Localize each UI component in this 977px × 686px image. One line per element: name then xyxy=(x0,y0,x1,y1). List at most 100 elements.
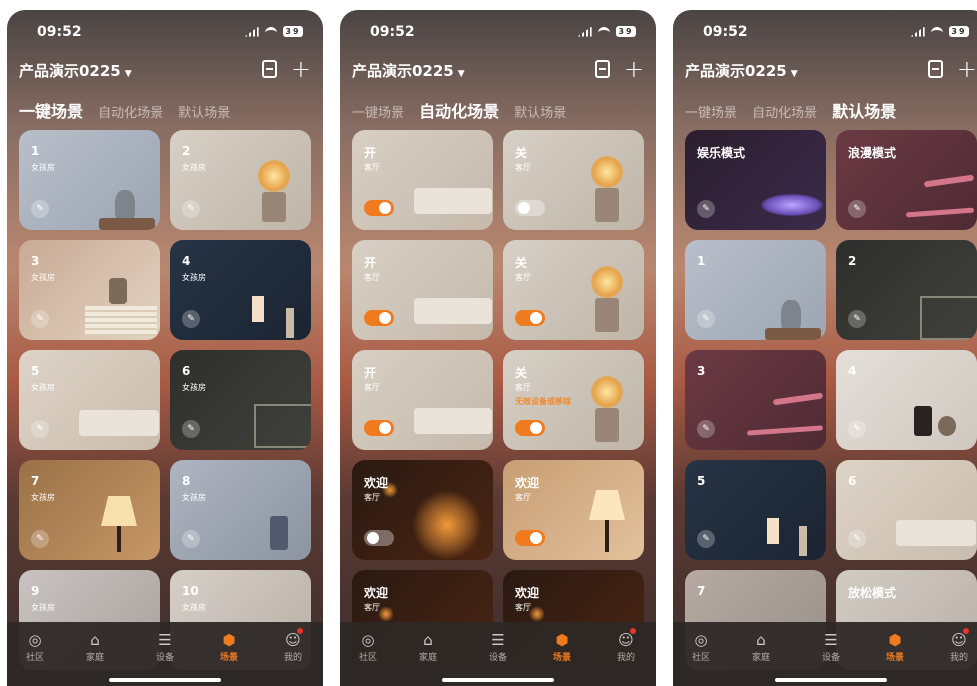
default-scene-card[interactable]: 6 ✎ xyxy=(836,460,977,560)
edit-icon[interactable]: ✎ xyxy=(31,200,49,218)
default-scene-card[interactable]: 娱乐模式 ✎ xyxy=(685,130,826,230)
tab-automation[interactable]: 自动化场景 xyxy=(752,102,817,121)
tab-one-click[interactable]: 一键场景 xyxy=(352,102,404,121)
bokeh-image xyxy=(529,606,545,622)
phone-screen-default-scenes: 09:52 39 产品演示0225 ▼ + 一键场景 自动化场景 默认场景 娱乐模… xyxy=(673,10,977,686)
tab-profile[interactable]: ☺ 我的 xyxy=(606,628,646,663)
cup-image xyxy=(109,278,127,304)
default-scene-card[interactable]: 1 ✎ xyxy=(685,240,826,340)
edit-icon[interactable]: ✎ xyxy=(697,200,715,218)
tab-label: 我的 xyxy=(949,653,968,663)
tab-home[interactable]: ⌂ 家庭 xyxy=(408,630,448,663)
purple-light-image xyxy=(761,194,823,216)
automation-card[interactable]: 关 客厅 无效设备或移除 xyxy=(503,350,644,450)
default-scene-card[interactable]: 5 ✎ xyxy=(685,460,826,560)
default-scene-card[interactable]: 3 ✎ xyxy=(685,350,826,450)
add-icon[interactable]: + xyxy=(291,55,311,83)
add-icon[interactable]: + xyxy=(624,55,644,83)
edit-icon[interactable]: ✎ xyxy=(182,310,200,328)
enable-toggle[interactable] xyxy=(515,530,545,546)
edit-icon[interactable]: ✎ xyxy=(182,420,200,438)
scene-room: 女孩房 xyxy=(31,603,55,612)
scene-card[interactable]: 7 女孩房 ✎ xyxy=(19,460,160,560)
enable-toggle[interactable] xyxy=(515,200,545,216)
tab-one-click[interactable]: 一键场景 xyxy=(685,102,737,121)
edit-icon[interactable]: ✎ xyxy=(31,310,49,328)
edit-icon[interactable]: ✎ xyxy=(697,420,715,438)
home-indicator xyxy=(775,678,887,682)
tab-community[interactable]: ◎ 社区 xyxy=(348,630,388,663)
tab-devices[interactable]: ☰ 设备 xyxy=(478,630,518,663)
automation-name: 关 xyxy=(515,256,528,270)
status-time: 09:52 xyxy=(370,24,415,40)
header: 产品演示0225 ▼ + xyxy=(352,57,644,82)
battery-icon: 39 xyxy=(949,26,969,37)
tab-automation[interactable]: 自动化场景 xyxy=(98,102,163,121)
scene-card[interactable]: 3 女孩房 ✎ xyxy=(19,240,160,340)
scene-card[interactable]: 6 女孩房 ✎ xyxy=(170,350,311,450)
tab-profile[interactable]: ☺ 我的 xyxy=(273,628,313,663)
tab-home[interactable]: ⌂ 家庭 xyxy=(75,630,115,663)
tab-default[interactable]: 默认场景 xyxy=(832,98,896,122)
edit-icon[interactable]: ✎ xyxy=(848,530,866,548)
tab-scenes[interactable]: ⬢ 场景 xyxy=(542,630,582,663)
edit-icon[interactable]: ✎ xyxy=(31,530,49,548)
home-selector[interactable]: 产品演示0225 ▼ xyxy=(19,60,132,81)
default-scene-card[interactable]: 2 ✎ xyxy=(836,240,977,340)
enable-toggle[interactable] xyxy=(515,310,545,326)
tab-devices[interactable]: ☰ 设备 xyxy=(145,630,185,663)
automation-card[interactable]: 开 客厅 xyxy=(352,350,493,450)
log-icon[interactable] xyxy=(927,60,943,78)
edit-icon[interactable]: ✎ xyxy=(697,530,715,548)
scene-name: 2 xyxy=(182,144,191,158)
edit-icon[interactable]: ✎ xyxy=(848,200,866,218)
tab-home[interactable]: ⌂ 家庭 xyxy=(741,630,781,663)
scene-card[interactable]: 2 女孩房 ✎ xyxy=(170,130,311,230)
log-icon[interactable] xyxy=(261,60,277,78)
scene-card[interactable]: 1 女孩房 ✎ xyxy=(19,130,160,230)
edit-icon[interactable]: ✎ xyxy=(848,310,866,328)
tab-devices[interactable]: ☰ 设备 xyxy=(811,630,851,663)
edit-icon[interactable]: ✎ xyxy=(182,530,200,548)
enable-toggle[interactable] xyxy=(515,420,545,436)
default-scene-card[interactable]: 4 ✎ xyxy=(836,350,977,450)
edit-icon[interactable]: ✎ xyxy=(697,310,715,328)
automation-card[interactable]: 开 客厅 xyxy=(352,240,493,340)
tab-community[interactable]: ◎ 社区 xyxy=(15,630,55,663)
scene-card[interactable]: 5 女孩房 ✎ xyxy=(19,350,160,450)
tab-default[interactable]: 默认场景 xyxy=(178,102,230,121)
scene-card[interactable]: 4 女孩房 ✎ xyxy=(170,240,311,340)
tab-scenes[interactable]: ⬢ 场景 xyxy=(875,630,915,663)
scene-card[interactable]: 8 女孩房 ✎ xyxy=(170,460,311,560)
automation-room: 客厅 xyxy=(364,493,380,502)
lamp-base-image xyxy=(595,298,619,332)
automation-card[interactable]: 关 客厅 xyxy=(503,240,644,340)
tab-one-click[interactable]: 一键场景 xyxy=(19,98,83,122)
automation-card[interactable]: 欢迎 客厅 xyxy=(503,460,644,560)
tab-community[interactable]: ◎ 社区 xyxy=(681,630,721,663)
add-icon[interactable]: + xyxy=(957,55,977,83)
automation-card[interactable]: 开 客厅 xyxy=(352,130,493,230)
tab-profile[interactable]: ☺ 我的 xyxy=(939,628,977,663)
automation-name: 开 xyxy=(364,146,377,160)
enable-toggle[interactable] xyxy=(364,420,394,436)
automation-room: 客厅 xyxy=(364,273,380,282)
tab-default[interactable]: 默认场景 xyxy=(514,102,566,121)
automation-card[interactable]: 关 客厅 xyxy=(503,130,644,230)
enable-toggle[interactable] xyxy=(364,310,394,326)
edit-icon[interactable]: ✎ xyxy=(182,200,200,218)
edit-icon[interactable]: ✎ xyxy=(31,420,49,438)
home-selector[interactable]: 产品演示0225 ▼ xyxy=(685,60,798,81)
enable-toggle[interactable] xyxy=(364,200,394,216)
home-indicator xyxy=(442,678,554,682)
default-scene-card[interactable]: 浪漫模式 ✎ xyxy=(836,130,977,230)
edit-icon[interactable]: ✎ xyxy=(848,420,866,438)
home-selector[interactable]: 产品演示0225 ▼ xyxy=(352,60,465,81)
enable-toggle[interactable] xyxy=(364,530,394,546)
tab-scenes[interactable]: ⬢ 场景 xyxy=(209,630,249,663)
log-icon[interactable] xyxy=(594,60,610,78)
tab-automation[interactable]: 自动化场景 xyxy=(419,98,499,122)
lamp-base-image xyxy=(595,408,619,442)
sofa-image xyxy=(414,188,492,214)
automation-card[interactable]: 欢迎 客厅 xyxy=(352,460,493,560)
